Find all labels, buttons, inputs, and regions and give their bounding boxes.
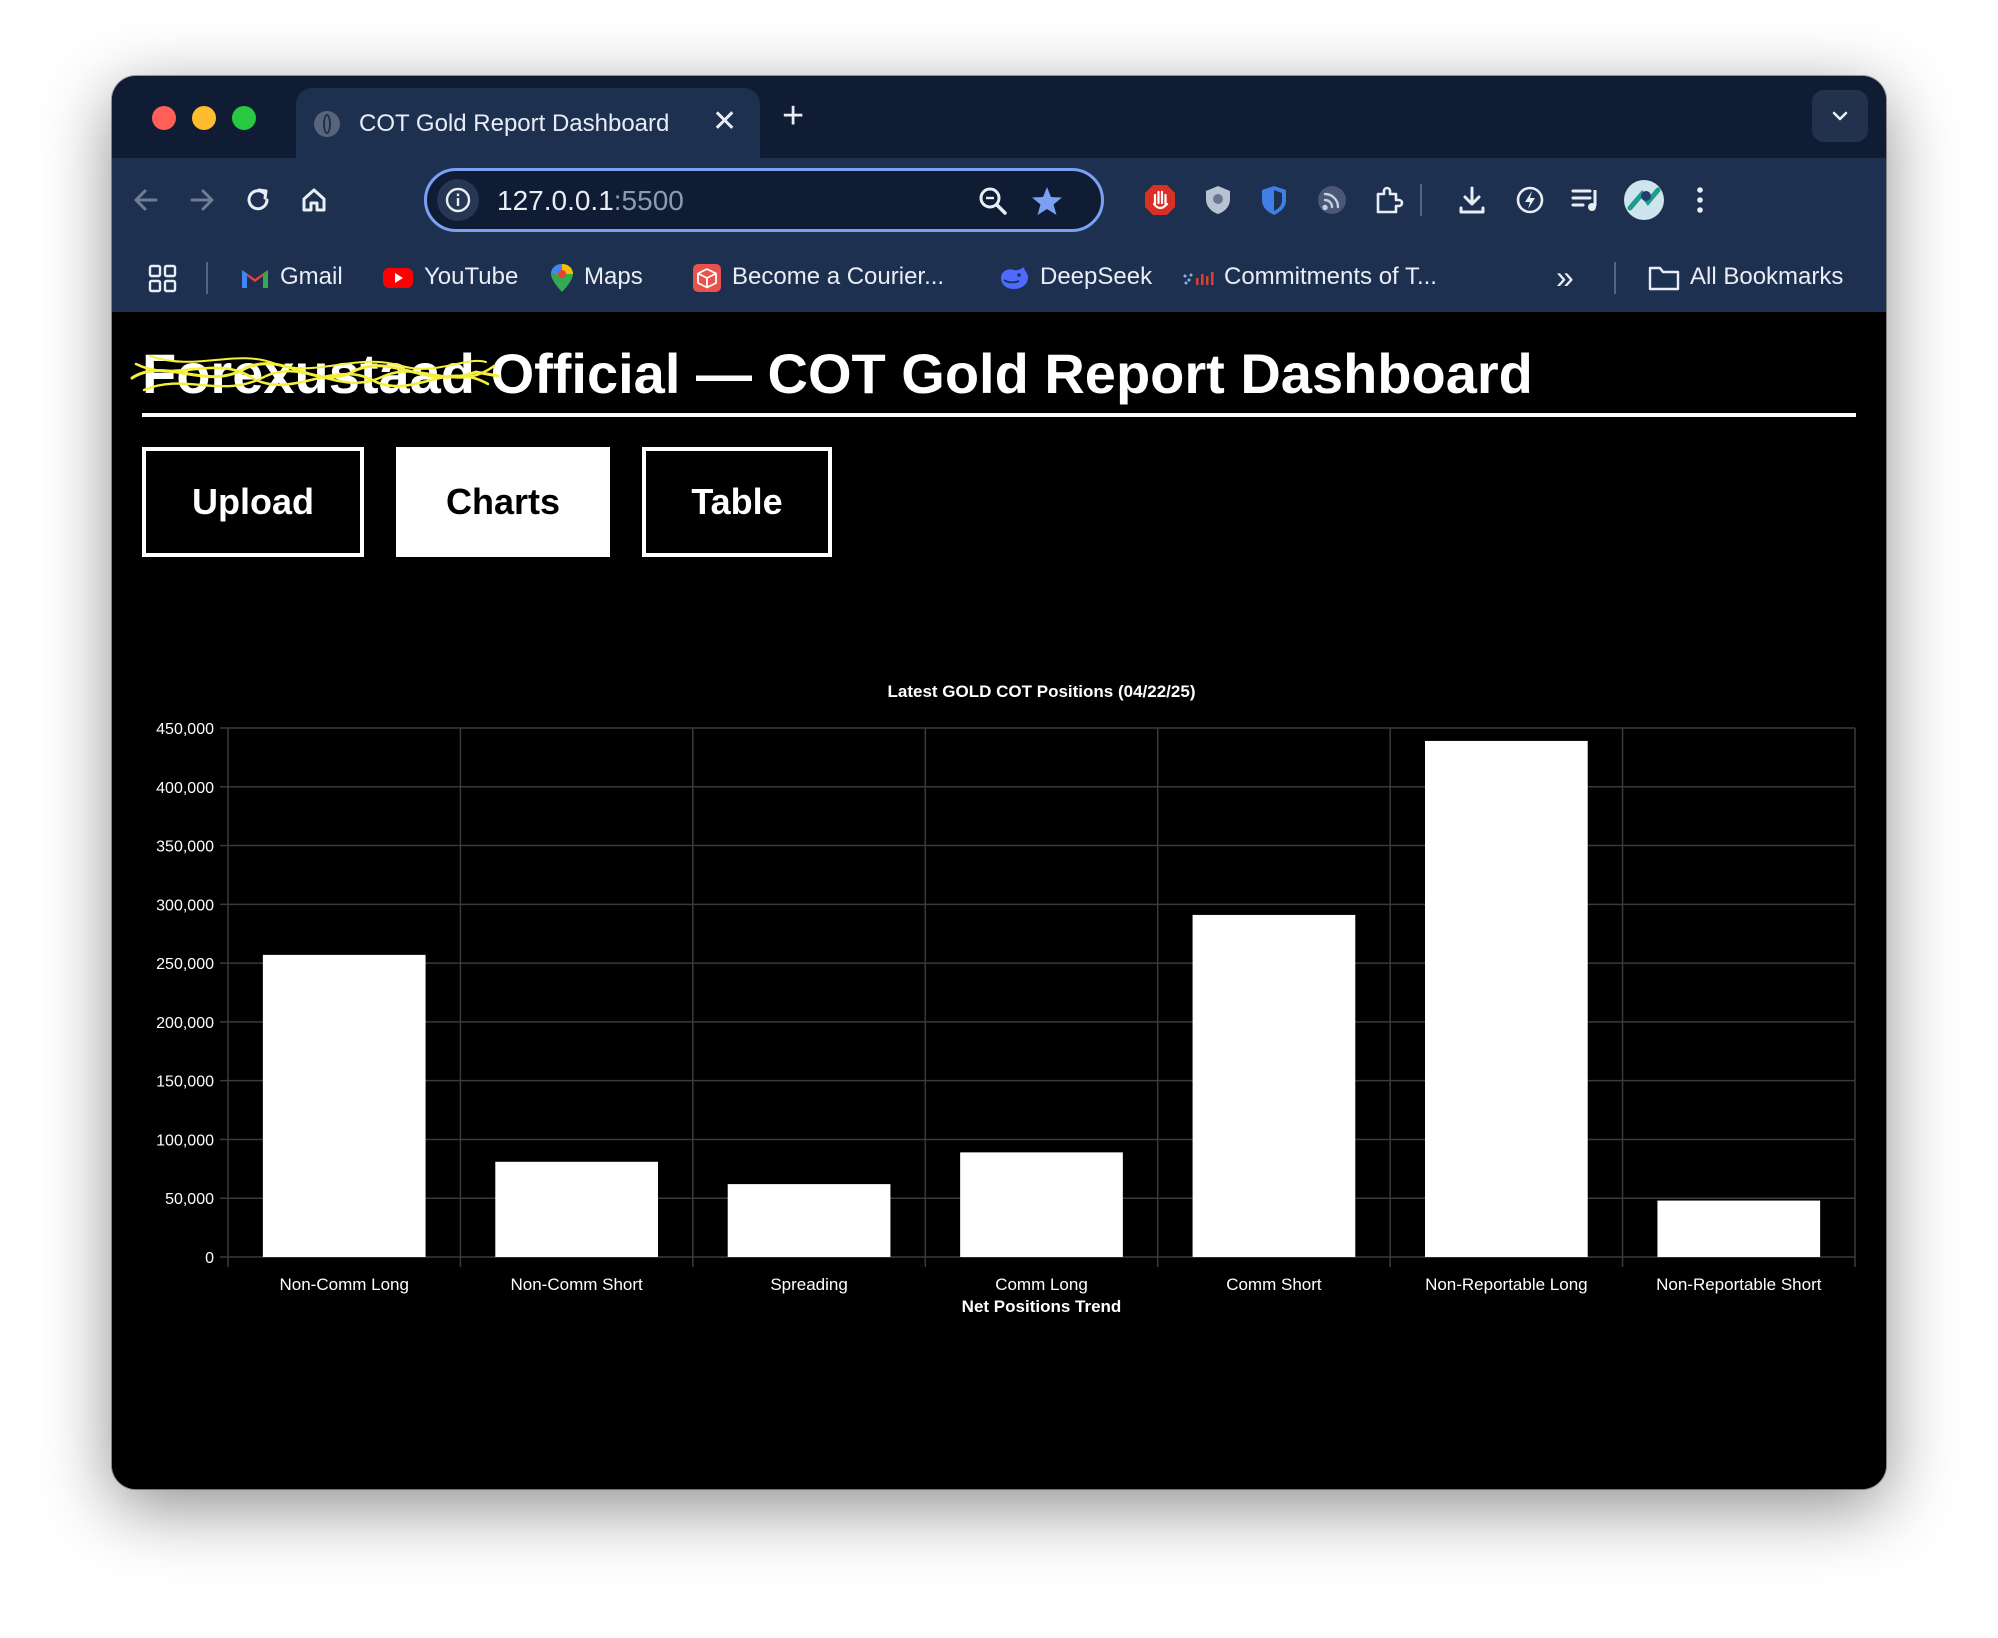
bookmark-deepseek[interactable]: DeepSeek [998, 260, 1152, 294]
puzzle-extensions-icon[interactable] [1370, 182, 1406, 218]
shield-extension-icon[interactable] [1200, 182, 1236, 218]
bookmark-gmail[interactable]: Gmail [240, 260, 343, 294]
adblock-extension-icon[interactable] [1142, 182, 1178, 218]
chevron-down-icon [1832, 111, 1848, 121]
bar-comm-short [1192, 914, 1356, 1257]
y-tick-label: 50,000 [165, 1191, 214, 1208]
bar-non-comm-long [262, 954, 426, 1257]
all-bookmarks-folder[interactable]: All Bookmarks [1648, 260, 1843, 294]
feed-extension-icon[interactable] [1314, 182, 1350, 218]
maps-icon [551, 263, 573, 292]
globe-icon [314, 111, 340, 137]
bar-spreading [727, 1184, 891, 1257]
x-tick-label: Comm Long [995, 1275, 1088, 1294]
minimize-window-button[interactable] [192, 106, 216, 130]
gmail-icon [242, 269, 268, 288]
new-tab-button[interactable]: + [782, 94, 804, 138]
y-tick-label: 0 [205, 1250, 214, 1267]
tab-search-button[interactable] [1812, 90, 1868, 142]
forward-arrow-icon[interactable] [184, 182, 220, 218]
bookmark-label: Gmail [280, 263, 343, 290]
apps-grid-icon[interactable] [148, 264, 178, 294]
x-tick-label: Spreading [770, 1275, 848, 1294]
tab-close-icon[interactable]: ✕ [712, 102, 737, 142]
y-tick-label: 450,000 [156, 721, 214, 738]
x-tick-label: Non-Comm Short [511, 1275, 644, 1294]
url-host: 127.0.0.1 [497, 185, 614, 216]
bookmark-star-icon[interactable] [1029, 183, 1065, 219]
youtube-icon [383, 267, 413, 288]
y-tick-label: 200,000 [156, 1015, 214, 1032]
zoom-icon[interactable] [975, 183, 1011, 219]
bookmarks-separator [1614, 262, 1616, 294]
back-arrow-icon[interactable] [128, 182, 164, 218]
courier-icon [693, 263, 721, 292]
reload-icon[interactable] [240, 182, 276, 218]
address-bar[interactable]: 127.0.0.1:5500 [424, 168, 1104, 232]
bar-comm-long [960, 1152, 1123, 1257]
bookmark-youtube[interactable]: YouTube [382, 260, 518, 294]
y-tick-label: 100,000 [156, 1132, 214, 1149]
bar-non-comm-short [495, 1161, 658, 1257]
y-tick-label: 150,000 [156, 1074, 214, 1091]
bookmarks-bar: Gmail YouTube Maps Become a Courier... D… [112, 242, 1886, 312]
bookmarks-separator [206, 262, 208, 294]
bookmark-cftc[interactable]: Commitments of T... [1182, 260, 1437, 294]
page-content: Forexustaad Official — COT Gold Report D… [112, 312, 1886, 1489]
y-tick-label: 400,000 [156, 780, 214, 797]
bookmark-label: Become a Courier... [732, 263, 945, 290]
bookmark-courier[interactable]: Become a Courier... [692, 260, 944, 294]
download-icon[interactable] [1454, 182, 1490, 218]
cot-positions-bar-chart: Latest GOLD COT Positions (04/22/25) 0 50,… [156, 682, 1856, 1316]
x-tick-label: Comm Short [1226, 1275, 1322, 1294]
bitwarden-extension-icon[interactable] [1256, 182, 1292, 218]
performance-icon[interactable] [1512, 182, 1548, 218]
x-tick-label: Non-Reportable Long [1425, 1275, 1588, 1294]
url-text[interactable]: 127.0.0.1:5500 [497, 185, 684, 217]
toolbar-separator [1420, 184, 1422, 216]
y-tick-label: 250,000 [156, 956, 214, 973]
y-tick-label: 350,000 [156, 839, 214, 856]
close-window-button[interactable] [152, 106, 176, 130]
browser-toolbar: 127.0.0.1:5500 [112, 158, 1886, 242]
cftc-icon [1183, 271, 1214, 285]
deepseek-icon [1001, 266, 1028, 289]
bookmark-label: Maps [584, 263, 643, 290]
home-icon[interactable] [296, 182, 332, 218]
more-bookmarks-icon[interactable]: » [1556, 260, 1574, 294]
tab-title: COT Gold Report Dashboard [359, 110, 670, 137]
maximize-window-button[interactable] [232, 106, 256, 130]
y-tick-label: 300,000 [156, 897, 214, 914]
bar-non-reportable-short [1657, 1200, 1821, 1257]
net-positions-trend-title: Net Positions Trend [962, 1297, 1122, 1316]
reading-list-icon[interactable] [1568, 182, 1604, 218]
bar-non-reportable-long [1425, 740, 1588, 1257]
x-tick-label: Non-Reportable Short [1656, 1275, 1822, 1294]
tab-bar: COT Gold Report Dashboard ✕ + [112, 76, 1886, 158]
url-port: :5500 [613, 185, 684, 216]
folder-icon [1648, 266, 1680, 290]
x-tick-label: Non-Comm Long [279, 1275, 408, 1294]
active-tab[interactable]: COT Gold Report Dashboard ✕ [296, 88, 760, 158]
all-bookmarks-label: All Bookmarks [1690, 263, 1844, 290]
bookmark-label: YouTube [424, 263, 519, 290]
bookmark-maps[interactable]: Maps [550, 260, 643, 294]
site-info-icon[interactable] [437, 179, 479, 221]
more-menu-icon[interactable] [1682, 182, 1718, 218]
bookmark-label: DeepSeek [1040, 263, 1153, 290]
bookmark-label: Commitments of T... [1224, 263, 1437, 290]
chart-title: Latest GOLD COT Positions (04/22/25) [888, 682, 1196, 701]
avatar[interactable] [1622, 178, 1666, 222]
browser-window: COT Gold Report Dashboard ✕ + 127.0.0.1:… [112, 76, 1886, 1489]
